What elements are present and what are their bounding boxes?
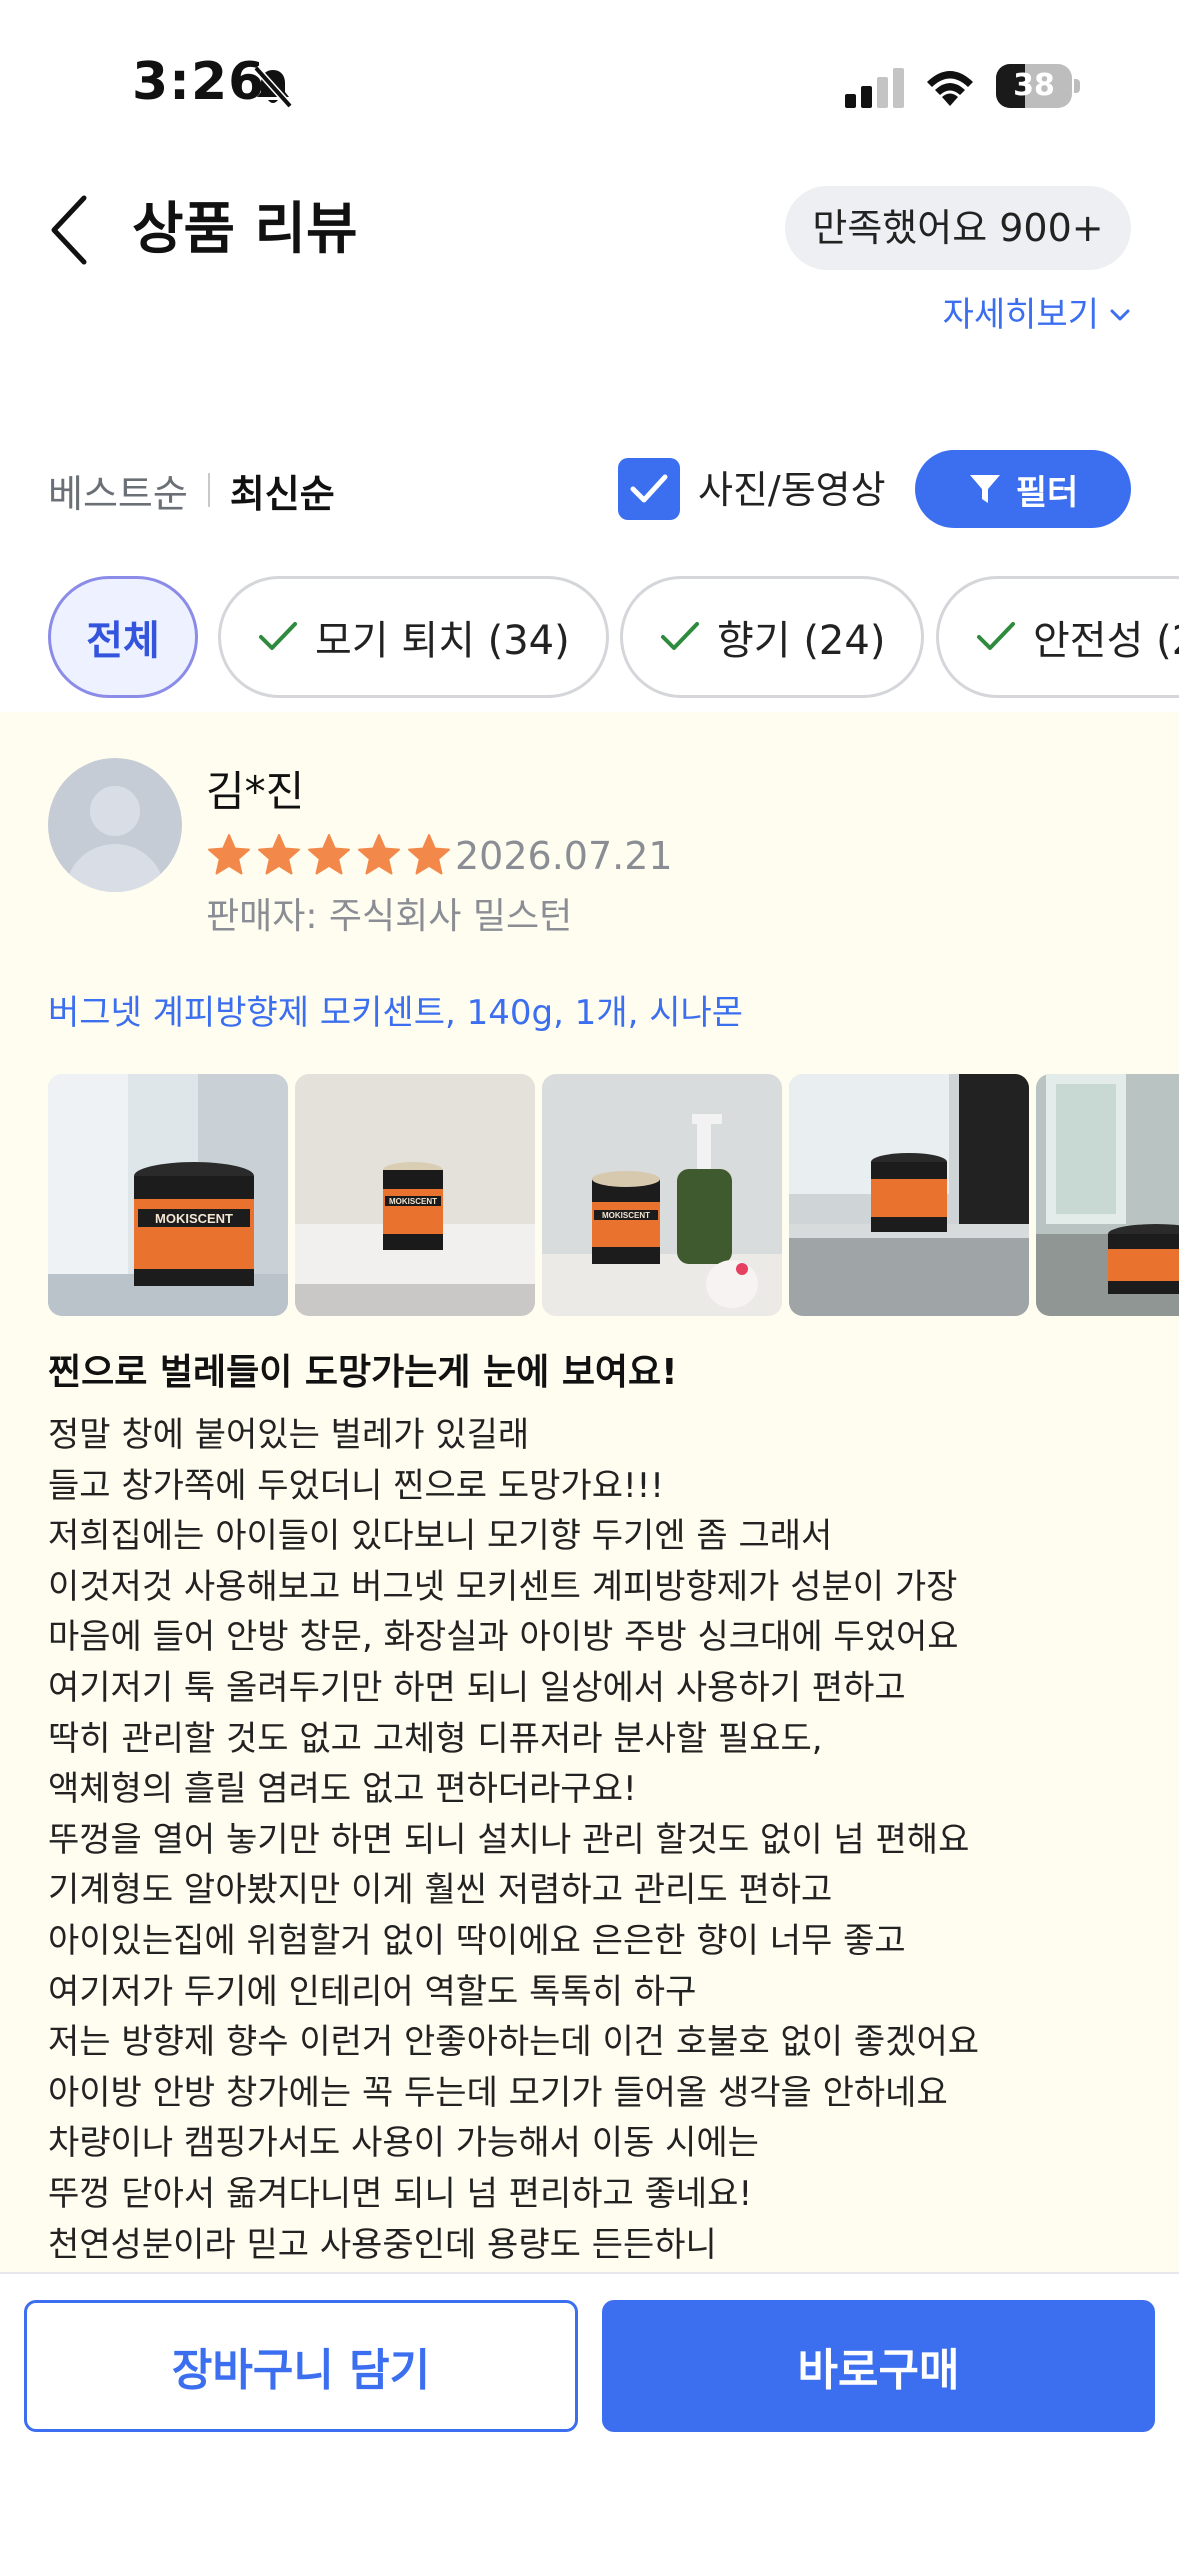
chip-label: 모기 퇴치 (34) — [315, 618, 570, 664]
review-line: 여기저기 툭 올려두기만 하면 되니 일상에서 사용하기 편하고 — [48, 1667, 906, 1708]
star-icon — [258, 834, 300, 875]
photo-label: MOKISCENT — [602, 1211, 650, 1220]
review-line: 정말 창에 붙어있는 벌레가 있길래 — [48, 1415, 530, 1455]
star-icon — [308, 834, 350, 875]
review-line: 여기저가 두기에 인테리어 역할도 톡톡히 하구 — [48, 1971, 697, 2012]
review-line: 저는 방향제 향수 이런거 안좋아하는데 이건 호불호 없이 좋겠어요 — [48, 2022, 980, 2063]
check-icon — [259, 622, 297, 650]
seller-name: 판매자: 주식회사 밀스턴 — [206, 896, 573, 937]
photo-video-checkbox[interactable] — [618, 458, 680, 520]
bell-slash-icon — [253, 65, 293, 109]
review-photo[interactable] — [1036, 1074, 1179, 1316]
view-details-label: 자세히보기 — [942, 295, 1099, 335]
filter-label: 필터 — [1015, 472, 1079, 513]
wifi-icon — [927, 71, 973, 106]
status-time: 3:26 — [132, 52, 266, 112]
chip-all[interactable]: 전체 — [48, 576, 198, 698]
satisfaction-badge: 만족했어요 900+ — [785, 186, 1131, 270]
keyword-chip-row: 전체 모기 퇴치 (34) 향기 (24) 안전성 (2 — [48, 576, 1179, 698]
chip-label: 안전성 (2 — [1033, 618, 1179, 664]
buy-now-button[interactable]: 바로구매 — [602, 2300, 1155, 2432]
review-date: 2026.07.21 — [455, 834, 673, 878]
review-photo[interactable]: MOKISCENT — [48, 1074, 288, 1316]
review-card: 김*진 2026.07.21 판매자: 주식회사 밀스턴 버그넷 계피방향제 모… — [0, 712, 1179, 2272]
page-title: 상품 리뷰 — [132, 197, 358, 262]
review-line: 마음에 들어 안방 창문, 화장실과 아이방 주방 싱크대에 두었어요 — [48, 1617, 959, 1658]
review-line: 딱히 관리할 것도 없고 고체형 디퓨저라 분사할 필요도, — [48, 1718, 823, 1759]
filter-button[interactable]: 필터 — [915, 450, 1131, 528]
chevron-down-icon — [1110, 309, 1130, 321]
photo-video-label[interactable]: 사진/동영상 — [698, 455, 886, 525]
chip-label: 향기 (24) — [717, 618, 886, 664]
photo-label: MOKISCENT — [389, 1197, 437, 1206]
review-photo[interactable]: MOKISCENT — [295, 1074, 535, 1316]
review-line: 아이있는집에 위험할거 없이 딱이에요 은은한 향이 너무 좋고 — [48, 1920, 906, 1961]
status-bar: 3:26 38 — [0, 0, 1179, 170]
chip-mosquito[interactable]: 모기 퇴치 (34) — [218, 576, 609, 698]
review-line: 액체형의 흘릴 염려도 없고 편하더라구요! — [48, 1769, 637, 1810]
back-arrow-icon[interactable] — [46, 190, 92, 270]
review-photo[interactable] — [789, 1074, 1029, 1316]
battery-indicator: 38 — [996, 64, 1080, 108]
review-line: 뚜껑 닫아서 옮겨다니면 되니 넘 편리하고 좋네요! — [48, 2173, 753, 2214]
buy-now-label: 바로구매 — [797, 2345, 960, 2396]
review-line: 들고 창가쪽에 두었더니 찐으로 도망가요!!! — [48, 1465, 664, 1506]
battery-percentage: 38 — [1013, 68, 1055, 103]
checkmark-icon — [630, 474, 668, 503]
star-icon — [358, 834, 400, 875]
review-line: 아이방 안방 창가에는 꼭 두는데 모기가 들어올 생각을 안하네요 — [48, 2072, 948, 2113]
star-icon — [408, 834, 450, 875]
star-rating — [206, 832, 452, 878]
review-line: 저희집에는 아이들이 있다보니 모기향 두기엔 좀 그래서 — [48, 1516, 833, 1557]
review-line: 기계형도 알아봤지만 이게 훨씬 저렴하고 관리도 편하고 — [48, 1870, 833, 1911]
sort-latest-button[interactable]: 최신순 — [230, 463, 335, 518]
review-line: 천연성분이라 믿고 사용중인데 용량도 든든하니 — [48, 2224, 717, 2265]
reviewer-name: 김*진 — [206, 767, 305, 816]
cellular-signal-icon — [845, 68, 904, 108]
review-body: 정말 창에 붙어있는 벌레가 있길래들고 창가쪽에 두었더니 찐으로 도망가요!… — [48, 1410, 1148, 2270]
photo-label: MOKISCENT — [155, 1211, 233, 1226]
chip-scent[interactable]: 향기 (24) — [620, 576, 925, 698]
sort-best-button[interactable]: 베스트순 — [48, 463, 188, 518]
chip-safety[interactable]: 안전성 (2 — [936, 576, 1179, 698]
review-line: 뚜껑을 열어 놓기만 하면 되니 설치나 관리 할것도 없이 넘 편해요 — [48, 1819, 970, 1860]
check-icon — [977, 622, 1015, 650]
review-photo-strip: MOKISCENT MOKISCENT MOKISCENT — [48, 1074, 1179, 1316]
bottom-action-bar: 장바구니 담기 바로구매 — [0, 2272, 1179, 2556]
chip-label: 전체 — [86, 618, 160, 664]
review-title: 찐으로 벌레들이 도망가는게 눈에 보여요! — [48, 1352, 678, 1393]
review-line: 차량이나 캠핑가서도 사용이 가능해서 이동 시에는 — [48, 2123, 759, 2164]
sort-divider — [207, 473, 210, 507]
product-option: 버그넷 계피방향제 모키센트, 140g, 1개, 시나몬 — [48, 993, 744, 1033]
check-icon — [661, 622, 699, 650]
view-details-link[interactable]: 자세히보기 — [943, 290, 1133, 340]
review-photo[interactable]: MOKISCENT — [542, 1074, 782, 1316]
add-to-cart-label: 장바구니 담기 — [171, 2345, 431, 2396]
funnel-icon — [969, 475, 1000, 503]
add-to-cart-button[interactable]: 장바구니 담기 — [24, 2300, 578, 2432]
star-icon — [208, 834, 250, 875]
sort-options: 베스트순 최신순 — [48, 455, 335, 525]
reviewer-avatar — [48, 758, 182, 892]
review-line: 이것저것 사용해보고 버그넷 모키센트 계피방향제가 성분이 가장 — [48, 1566, 958, 1607]
